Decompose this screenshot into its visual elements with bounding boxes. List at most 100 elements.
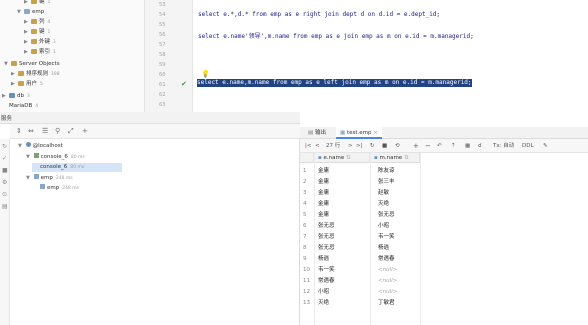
chevron-right-icon[interactable]: ▶ <box>24 38 31 47</box>
stop-icon[interactable]: ■ <box>2 167 8 174</box>
cell-e-name[interactable]: 金庸 <box>318 210 329 220</box>
table-row[interactable]: 11 常遇春 <null> <box>300 276 410 286</box>
chevron-right-icon[interactable]: ▶ <box>24 28 31 37</box>
tree-item-users[interactable]: ▶ 用户 5 <box>0 80 43 89</box>
table-row[interactable]: 10 韦一笑 <null> <box>300 265 410 275</box>
settings-icon[interactable]: ⚙ <box>2 179 7 186</box>
tab-test-emp[interactable]: ▦ test.emp × <box>336 127 382 139</box>
expand-all-icon[interactable]: ⇕ <box>16 127 22 136</box>
cell-e-name[interactable]: 小昭 <box>318 287 329 297</box>
lightbulb-icon[interactable]: 💡 <box>201 70 210 78</box>
collapse-all-icon[interactable]: ⇔ <box>28 127 34 136</box>
column-header-m-name[interactable]: ▪ m.name ⇅ <box>370 153 420 163</box>
filter-icon[interactable]: ⚲ <box>55 127 60 136</box>
table-row[interactable]: 1 金庸 陈友谅 <box>300 166 410 176</box>
service-emp[interactable]: ▼ emp 248 ms <box>26 174 73 183</box>
sql-editor[interactable]: select e.*,d.* from emp as e right join … <box>194 0 588 112</box>
open-icon[interactable]: ⤢ <box>68 127 74 136</box>
group-icon[interactable]: ☰ <box>42 127 48 136</box>
table-row[interactable]: 12 小昭 <null> <box>300 287 410 297</box>
pin-icon[interactable]: ✎ <box>543 141 548 151</box>
chevron-down-icon[interactable]: ▼ <box>17 8 24 17</box>
table-row[interactable]: 2 金庸 张三丰 <box>300 177 410 187</box>
revert-icon[interactable]: ↶ <box>437 141 442 151</box>
add-row-icon[interactable]: + <box>413 141 419 151</box>
layout-icon[interactable]: ▦ <box>465 141 470 151</box>
cell-e-name[interactable]: 金庸 <box>318 166 329 176</box>
remove-row-icon[interactable]: − <box>425 141 431 151</box>
last-page-icon[interactable]: >| <box>356 141 362 151</box>
tree-item-collations[interactable]: ▶ 排序规则 188 <box>0 70 60 79</box>
cell-m-name[interactable]: 丁敏君 <box>378 298 395 308</box>
cell-m-name[interactable]: 赵敏 <box>378 188 389 198</box>
table-row[interactable]: 4 金庸 灭绝 <box>300 199 410 209</box>
hint-icon[interactable]: ☌ <box>478 141 482 151</box>
submit-icon[interactable]: ⇡ <box>451 141 456 151</box>
tab-output[interactable]: ▤ 输出 <box>304 127 330 139</box>
service-console[interactable]: ▼ console_6 80 ms <box>26 153 85 162</box>
cell-m-name-null[interactable]: <null> <box>378 265 397 275</box>
add-icon[interactable]: + <box>82 127 88 136</box>
cell-m-name[interactable]: 杨逍 <box>378 243 389 253</box>
table-row[interactable]: 6 张无忌 小昭 <box>300 221 410 231</box>
chevron-right-icon[interactable]: ▶ <box>24 0 31 7</box>
cell-e-name[interactable]: 张无忌 <box>318 232 335 242</box>
table-row[interactable]: 13 灭绝 丁敏君 <box>300 298 410 308</box>
pin-icon[interactable]: ⊙ <box>2 191 7 198</box>
code-line-56[interactable]: select e.name'领导',m.name from emp as e j… <box>198 33 474 41</box>
cell-m-name[interactable]: 灭绝 <box>378 199 389 209</box>
tree-item-db[interactable]: ▶ db 3 <box>0 92 30 101</box>
services-label[interactable]: 服务 <box>1 114 12 122</box>
code-line-54[interactable]: select e.*,d.* from emp as e right join … <box>198 11 440 19</box>
service-emp-child[interactable]: emp 248 ms <box>40 184 79 193</box>
code-line-58-selected[interactable]: select e.name,m.name from emp as e left … <box>197 79 472 87</box>
chevron-down-icon[interactable]: ▼ <box>18 143 22 149</box>
chevron-down-icon[interactable]: ▼ <box>4 60 11 69</box>
table-row[interactable]: 7 张无忌 韦一笑 <box>300 232 410 242</box>
prev-page-icon[interactable]: < <box>315 141 320 151</box>
service-connection[interactable]: ▼ @localhost <box>18 142 63 151</box>
ddl-button[interactable]: DDL <box>522 141 534 151</box>
table-row[interactable]: 5 金庸 张无忌 <box>300 210 410 220</box>
cell-e-name[interactable]: 韦一笑 <box>318 265 335 275</box>
cell-e-name[interactable]: 金庸 <box>318 177 329 187</box>
row-count[interactable]: 27 行 <box>326 141 340 151</box>
close-icon[interactable]: × <box>373 130 378 136</box>
chevron-right-icon[interactable]: ▶ <box>11 80 18 89</box>
cell-e-name[interactable]: 灭绝 <box>318 298 329 308</box>
tree-item-foreign-keys[interactable]: ▶ 外键 1 <box>0 38 56 47</box>
layout-icon[interactable]: ▤ <box>2 203 8 210</box>
cell-m-name[interactable]: 张无忌 <box>378 210 395 220</box>
chevron-down-icon[interactable]: ▼ <box>26 175 30 181</box>
chevron-right-icon[interactable]: ▶ <box>24 18 31 27</box>
table-row[interactable]: 3 金庸 赵敏 <box>300 188 410 198</box>
table-row[interactable]: 8 张无忌 杨逍 <box>300 243 410 253</box>
sort-icon[interactable]: ⇅ <box>346 155 351 161</box>
chevron-right-icon[interactable]: ▶ <box>2 92 9 101</box>
cell-e-name[interactable]: 杨逍 <box>318 254 329 264</box>
run-check-icon[interactable]: ✔ <box>181 80 187 88</box>
cell-m-name[interactable]: 常遇春 <box>378 254 395 264</box>
sort-icon[interactable]: ⇅ <box>404 155 409 161</box>
tree-item-emp-table[interactable]: ▼ emp <box>0 8 44 17</box>
cell-e-name[interactable]: 金庸 <box>318 188 329 198</box>
history-icon[interactable]: ⟲ <box>395 141 400 151</box>
column-header-e-name[interactable]: ▪ e.name ⇅ <box>314 153 370 163</box>
cell-m-name[interactable]: 小昭 <box>378 221 389 231</box>
next-page-icon[interactable]: > <box>348 141 353 151</box>
cell-m-name[interactable]: 陈友谅 <box>378 166 395 176</box>
tree-item-server-objects[interactable]: ▼ Server Objects <box>0 60 60 69</box>
cell-e-name[interactable]: 张无忌 <box>318 221 335 231</box>
refresh-icon[interactable]: ↻ <box>2 143 7 150</box>
cell-m-name-null[interactable]: <null> <box>378 287 397 297</box>
tree-item-indexes[interactable]: ▶ 索引 1 <box>0 48 56 57</box>
first-page-icon[interactable]: |< <box>305 141 311 151</box>
table-row[interactable]: 9 杨逍 常遇春 <box>300 254 410 264</box>
check-icon[interactable]: ✓ <box>2 155 7 162</box>
cell-m-name[interactable]: 张三丰 <box>378 177 395 187</box>
stop-icon[interactable]: ■ <box>382 141 387 151</box>
chevron-down-icon[interactable]: ▼ <box>26 154 30 160</box>
cell-m-name-null[interactable]: <null> <box>378 276 397 286</box>
refresh-icon[interactable]: ↻ <box>370 141 375 151</box>
chevron-right-icon[interactable]: ▶ <box>11 70 18 79</box>
